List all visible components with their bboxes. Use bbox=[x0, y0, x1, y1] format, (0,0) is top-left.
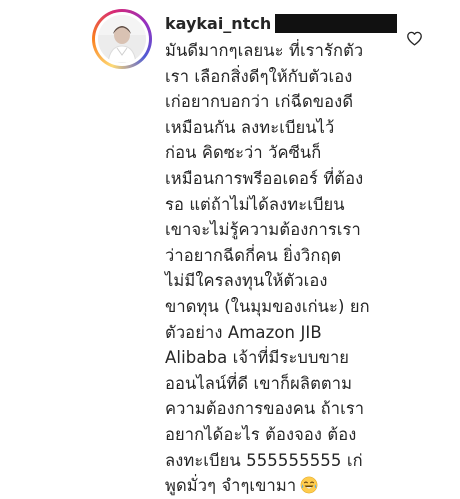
comment-line: ไม่มีใครลงทุนให้ตัวเอง bbox=[165, 271, 328, 291]
comment-header: kaykai_ntch bbox=[165, 8, 397, 38]
comment-line: เขาจะไม่รู้ความต้องการเรา bbox=[165, 220, 361, 240]
comment-username[interactable]: kaykai_ntch bbox=[165, 14, 271, 33]
comment-item: kaykai_ntch มันดีมากๆเลยนะ ที่เรารักตัว … bbox=[0, 0, 460, 495]
comment-content: kaykai_ntch มันดีมากๆเลยนะ ที่เรารักตัว … bbox=[165, 8, 397, 499]
comment-line: เรา เลือกสิ่งดีๆให้กับตัวเอง bbox=[165, 66, 353, 86]
comment-line: ลงทะเบียน 555555555 เก่ bbox=[165, 450, 363, 470]
redaction-bar bbox=[275, 13, 397, 33]
comment-line: ความต้องการของคน ถ้าเรา bbox=[165, 399, 365, 419]
comment-line: ก่อน คิดซะว่า วัคซีนก็ bbox=[165, 143, 322, 163]
comment-line: เก่อยากบอกว่า เก่ฉีดของดี bbox=[165, 92, 354, 112]
avatar[interactable] bbox=[98, 15, 146, 63]
laughing-tears-emoji-icon bbox=[300, 476, 318, 494]
comment-line: อยากได้อะไร ต้องจอง ต้อง bbox=[165, 424, 357, 444]
comment-line: ตัวอย่าง Amazon JIB bbox=[165, 322, 322, 342]
comment-line: รอ แต่ถ้าไม่ได้ลงทะเบียน bbox=[165, 194, 345, 214]
comment-line-text: พูดมั่วๆ จำๆเขามา bbox=[165, 476, 297, 496]
comment-line: ออนไลน์ที่ดี เขาก็ผลิตตาม bbox=[165, 373, 353, 393]
comment-line: ว่าอยากฉีดกี่คน ยิ่งวิกฤต bbox=[165, 245, 342, 265]
avatar-story-ring[interactable] bbox=[92, 9, 152, 69]
like-heart-icon[interactable] bbox=[406, 30, 423, 47]
comment-line: ขาดทุน (ในมุมของเก่นะ) ยก bbox=[165, 296, 370, 316]
comment-line: มันดีมากๆเลยนะ ที่เรารักตัว bbox=[165, 41, 364, 60]
comment-line: เหมือนกัน ลงทะเบียนไว้ bbox=[165, 117, 335, 137]
comment-line: Alibaba เจ้าที่มีระบบขาย bbox=[165, 348, 350, 368]
comment-line: เหมือนการพรีออเดอร์ ที่ต้อง bbox=[165, 168, 364, 188]
avatar-photo bbox=[98, 15, 146, 63]
